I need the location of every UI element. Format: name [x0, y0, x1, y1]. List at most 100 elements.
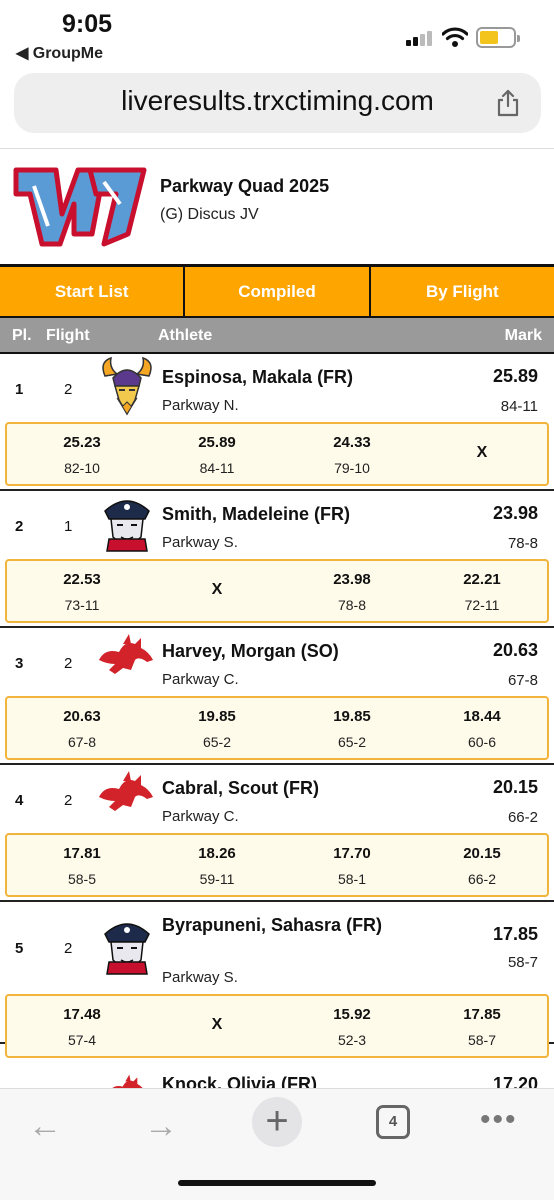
attempt-imperial: 57-4: [67, 1032, 97, 1048]
attempts-panel: 17.81 58-5 18.26 59-11 17.70 58-1 20.15 …: [5, 833, 549, 897]
school-name: Parkway S.: [162, 969, 238, 986]
attempt-imperial: 58-7: [467, 1032, 497, 1048]
attempt: 18.44 60-6: [417, 698, 547, 758]
attempt-mark: 15.92: [333, 1006, 371, 1023]
attempt: 20.15 66-2: [417, 835, 547, 895]
school-name: Parkway C.: [162, 808, 239, 825]
mark-column-header: Mark: [504, 327, 542, 344]
back-to-app-link[interactable]: ◀ GroupMe: [16, 43, 103, 63]
result-row[interactable]: 1 2 Espinosa, Makala (FR) Parkway N. 25.…: [0, 354, 554, 491]
attempts-panel: 20.63 67-8 19.85 65-2 19.85 65-2 18.44 6…: [5, 696, 549, 760]
mark-value: 25.89: [492, 366, 538, 386]
share-icon[interactable]: [495, 89, 521, 117]
attempt-imperial: 58-1: [337, 871, 367, 887]
attempt: 22.21 72-11: [417, 561, 547, 621]
place-value: 2: [15, 518, 24, 535]
mark-imperial: 58-7: [507, 954, 538, 971]
more-menu-icon[interactable]: •••: [480, 1103, 518, 1137]
forward-arrow-icon[interactable]: →: [144, 1107, 178, 1146]
attempt-mark: 17.81: [63, 845, 101, 862]
attempt: 17.81 58-5: [17, 835, 147, 895]
flight-value: 2: [64, 940, 73, 957]
attempt: 25.23 82-10: [17, 424, 147, 484]
attempt-foul: X: [417, 424, 547, 484]
athlete-name[interactable]: Espinosa, Makala (FR): [162, 365, 392, 389]
attempt-foul: X: [152, 996, 282, 1056]
status-bar: 9:05 ◀ GroupMe: [0, 0, 554, 66]
attempt-imperial: 73-11: [64, 597, 100, 613]
attempt-imperial: 65-2: [337, 734, 367, 750]
mark-value: 23.98: [492, 503, 538, 523]
attempt: 17.70 58-1: [287, 835, 417, 895]
place-value: 5: [15, 940, 24, 957]
attempt-mark: 22.21: [463, 571, 501, 588]
battery-icon: [476, 27, 520, 48]
attempt-mark: 25.23: [63, 434, 101, 451]
attempt-imperial: 84-11: [199, 460, 235, 476]
mark-value: 17.85: [492, 924, 538, 944]
attempt-imperial: 65-2: [202, 734, 232, 750]
attempt: 19.85 65-2: [152, 698, 282, 758]
url-text: liveresults.trxctiming.com: [121, 85, 434, 116]
mark-imperial: 78-8: [507, 535, 538, 552]
attempt-imperial: 72-11: [464, 597, 500, 613]
flight-value: 1: [64, 518, 73, 535]
attempt: 15.92 52-3: [287, 996, 417, 1056]
attempt-mark: 18.26: [198, 845, 236, 862]
patriot-icon: [104, 923, 150, 975]
viking-icon: [102, 357, 152, 415]
divider: [0, 148, 554, 149]
flight-column-header: Flight: [46, 327, 90, 344]
attempt-mark: 19.85: [198, 708, 236, 725]
mark-value: 20.63: [492, 640, 538, 660]
place-value: 4: [15, 792, 24, 809]
school-name: Parkway C.: [162, 671, 239, 688]
flight-value: 2: [64, 381, 73, 398]
result-row[interactable]: 4 2 Cabral, Scout (FR) Parkway C. 20.15 …: [0, 765, 554, 902]
patriot-icon: [104, 500, 150, 552]
attempt: 24.33 79-10: [287, 424, 417, 484]
clock: 9:05: [62, 10, 113, 38]
attempt-mark: 22.53: [63, 571, 101, 588]
flight-value: 2: [64, 792, 73, 809]
attempt-imperial: 59-11: [199, 871, 235, 887]
result-row[interactable]: 5 2 Byrapuneni, Sahasra (FR) Parkway S. …: [0, 902, 554, 1058]
attempt: 17.48 57-4: [17, 996, 147, 1056]
attempt-mark: 24.33: [333, 434, 371, 451]
attempt-mark: 25.89: [198, 434, 236, 451]
attempt: 18.26 59-11: [152, 835, 282, 895]
tabs-count-button[interactable]: 4: [376, 1105, 410, 1139]
result-row[interactable]: 2 1 Smith, Madeleine (FR) Parkway S. 23.…: [0, 491, 554, 628]
attempt-mark: 20.15: [463, 845, 501, 862]
attempt-imperial: 67-8: [67, 734, 97, 750]
athlete-name[interactable]: Byrapuneni, Sahasra (FR): [162, 913, 392, 937]
attempt-mark: X: [211, 1016, 223, 1033]
partial-result-row[interactable]: Knock, Olivia (FR) 17.20: [0, 1062, 554, 1090]
tab-compiled[interactable]: Compiled: [185, 267, 371, 316]
tab-by-flight[interactable]: By Flight: [371, 267, 554, 316]
athlete-name[interactable]: Smith, Madeleine (FR): [162, 502, 392, 526]
mark-imperial: 66-2: [507, 809, 538, 826]
athlete-name[interactable]: Cabral, Scout (FR): [162, 776, 392, 800]
new-tab-button[interactable]: +: [252, 1097, 302, 1147]
mark-imperial: 67-8: [507, 672, 538, 689]
result-row[interactable]: 3 2 Harvey, Morgan (SO) Parkway C. 20.63…: [0, 628, 554, 765]
attempt: 25.89 84-11: [152, 424, 282, 484]
school-name: Parkway N.: [162, 397, 239, 414]
tab-start-list[interactable]: Start List: [0, 267, 186, 316]
attempt: 23.98 78-8: [287, 561, 417, 621]
attempts-panel: 25.23 82-10 25.89 84-11 24.33 79-10 X: [5, 422, 549, 486]
attempts-panel: 22.53 73-11 X 23.98 78-8 22.21 72-11: [5, 559, 549, 623]
athlete-name[interactable]: Harvey, Morgan (SO): [162, 639, 392, 663]
attempt-mark: 20.63: [63, 708, 101, 725]
address-bar[interactable]: liveresults.trxctiming.com: [14, 73, 541, 133]
back-arrow-icon[interactable]: ←: [28, 1107, 62, 1146]
attempt: 20.63 67-8: [17, 698, 147, 758]
meet-title: Parkway Quad 2025: [160, 176, 330, 196]
attempt-mark: 17.85: [463, 1006, 501, 1023]
attempt: 17.85 58-7: [417, 996, 547, 1056]
mustang-icon: [99, 771, 153, 811]
attempt: 22.53 73-11: [17, 561, 147, 621]
attempt-imperial: 82-10: [64, 460, 100, 476]
place-column-header: Pl.: [12, 327, 32, 344]
